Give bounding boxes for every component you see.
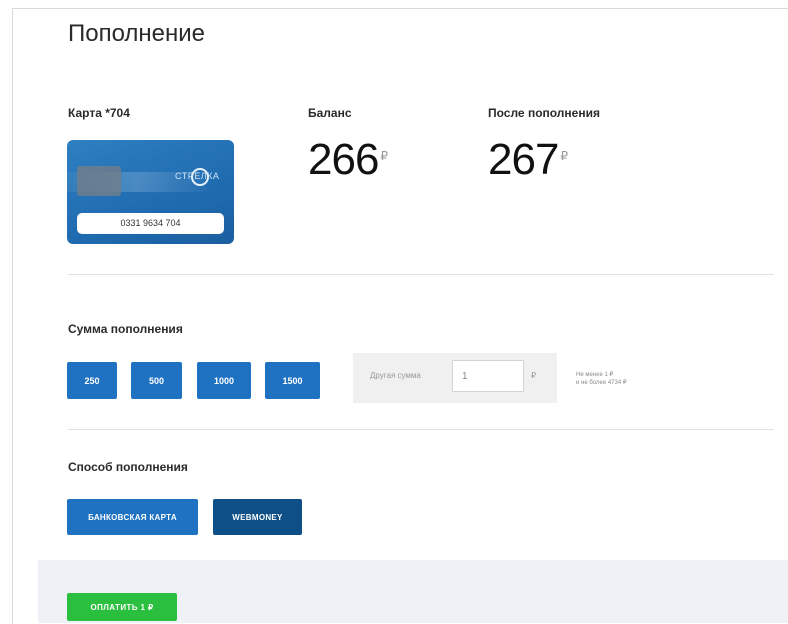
other-amount-box: Другая сумма ₽ <box>353 353 557 403</box>
amount-preset-1500-button[interactable]: 1500 <box>265 362 320 399</box>
amount-preset-500-button[interactable]: 500 <box>131 362 182 399</box>
other-amount-label: Другая сумма <box>370 371 421 380</box>
limit-hint-min: Не менее 1 ₽ <box>576 372 614 378</box>
amount-preset-1000-button[interactable]: 1000 <box>197 362 251 399</box>
strelka-logo-icon <box>191 168 209 186</box>
card-number: 0331 9634 704 <box>77 213 224 234</box>
balance-label: Баланс <box>308 106 352 120</box>
card-label: Карта *704 <box>68 106 130 120</box>
limit-hint-max: и не более 4734 ₽ <box>576 380 627 386</box>
pay-button[interactable]: ОПЛАТИТЬ 1 ₽ <box>67 593 177 621</box>
amount-preset-250-button[interactable]: 250 <box>67 362 117 399</box>
amount-limit-hint: Не менее 1 ₽ и не более 4734 ₽ <box>576 371 627 387</box>
amount-label: Сумма пополнения <box>68 322 183 336</box>
ruble-icon: ₽ <box>380 149 388 163</box>
after-topup-amount: 267 <box>488 135 559 184</box>
method-webmoney-button[interactable]: WEBMONEY <box>213 499 302 535</box>
divider <box>68 274 774 275</box>
after-topup-value: 267 ₽ <box>488 135 568 184</box>
other-amount-input[interactable] <box>452 360 524 392</box>
other-amount-currency: ₽ <box>531 371 537 380</box>
ruble-icon: ₽ <box>560 149 568 163</box>
transport-card: СТРЕЛКА 0331 9634 704 <box>67 140 234 244</box>
method-bank-card-button[interactable]: БАНКОВСКАЯ КАРТА <box>67 499 198 535</box>
page-title: Пополнение <box>68 20 206 47</box>
divider <box>68 429 774 430</box>
after-topup-label: После пополнения <box>488 106 600 120</box>
method-label: Способ пополнения <box>68 460 188 474</box>
balance-value: 266 ₽ <box>308 135 388 184</box>
card-chip-graphic <box>77 166 121 196</box>
balance-amount: 266 <box>308 135 379 184</box>
